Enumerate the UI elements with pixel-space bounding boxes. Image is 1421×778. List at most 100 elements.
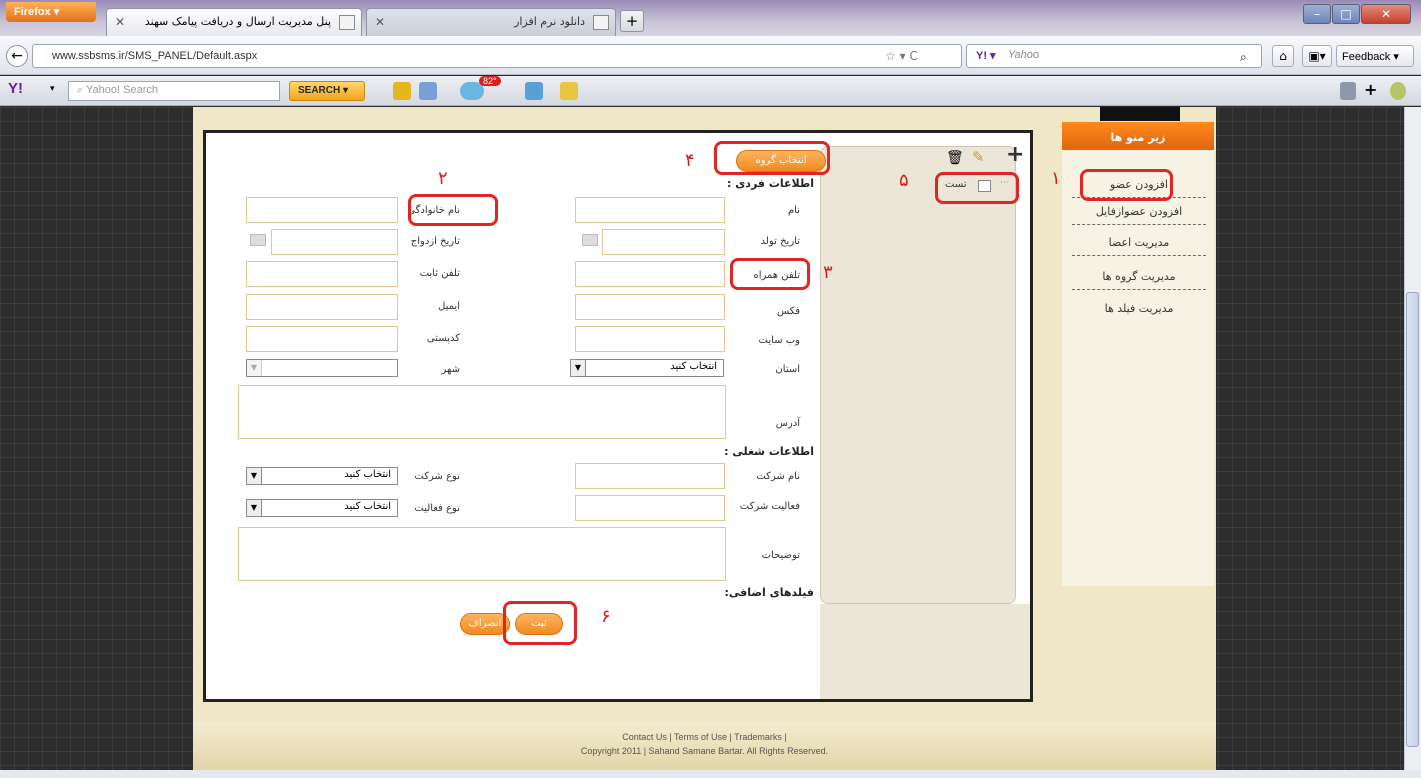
search-engine-placeholder: Yahoo bbox=[1008, 49, 1039, 61]
tab-download[interactable]: دانلود نرم افزار ✕ bbox=[366, 8, 616, 36]
chevron-down-icon[interactable]: ▾ bbox=[50, 84, 55, 94]
new-tab-button[interactable]: + bbox=[620, 10, 644, 32]
firefox-menu-label: Firefox bbox=[14, 6, 51, 18]
close-window-button[interactable]: ✕ bbox=[1361, 4, 1411, 24]
annotation-number-3: ۳ bbox=[823, 262, 833, 283]
marriage-date-input[interactable] bbox=[271, 229, 398, 255]
label-email: ایمیل bbox=[438, 301, 460, 312]
maximize-button[interactable]: □ bbox=[1332, 4, 1360, 24]
select-value: انتخاب کنید bbox=[344, 501, 391, 512]
weather-badge: 82° bbox=[479, 76, 501, 86]
postal-code-input[interactable] bbox=[246, 326, 398, 352]
annotation-number-1: ۱ bbox=[1051, 168, 1061, 189]
tree-panel-bottom bbox=[820, 604, 1030, 699]
section-job-info: اطلاعات شغلی : bbox=[724, 445, 814, 458]
addon-icon[interactable] bbox=[1390, 82, 1406, 100]
firefox-menu-button[interactable]: Firefox ▾ bbox=[6, 2, 96, 22]
fax-input[interactable] bbox=[575, 294, 725, 320]
label-company-type: نوع شرکت bbox=[414, 471, 460, 482]
footer-links[interactable]: Contact Us | Terms of Use | Trademarks | bbox=[193, 732, 1216, 742]
sidebar-item-manage-fields[interactable]: مدیریت فیلد ها bbox=[1072, 296, 1206, 322]
company-activity-input[interactable] bbox=[575, 495, 725, 521]
annotation-number-6: ۶ bbox=[601, 606, 611, 627]
close-icon[interactable]: ✕ bbox=[115, 15, 125, 29]
annotation-number-2: ۲ bbox=[438, 168, 448, 189]
tab-sms-panel[interactable]: پنل مدیریت ارسال و دریافت پیامک سهند ✕ bbox=[106, 8, 362, 36]
trash-icon[interactable]: 🗑 bbox=[946, 150, 964, 166]
pencil-icon[interactable]: ✎ bbox=[972, 148, 985, 166]
label-website: وب سایت bbox=[758, 335, 800, 346]
label-province: استان bbox=[775, 364, 800, 375]
yahoo-icon[interactable]: Y! ▾ bbox=[976, 49, 996, 62]
feedback-button[interactable]: Feedback ▾ bbox=[1336, 45, 1414, 67]
label-description: توضیحات bbox=[761, 550, 800, 561]
scrollbar-thumb[interactable] bbox=[1406, 292, 1419, 747]
minimize-button[interactable]: – bbox=[1303, 4, 1331, 24]
close-icon[interactable]: ✕ bbox=[375, 15, 385, 29]
feedback-label: Feedback bbox=[1342, 51, 1391, 63]
label-city: شهر bbox=[441, 364, 460, 375]
group-tree-panel bbox=[820, 146, 1016, 604]
site-logo bbox=[1100, 107, 1180, 121]
company-name-input[interactable] bbox=[575, 463, 725, 489]
label-address: آدرس bbox=[775, 418, 800, 429]
yahoo-search-input[interactable]: ⌕ Yahoo! Search bbox=[68, 81, 280, 101]
first-name-input[interactable] bbox=[575, 197, 725, 223]
mail-icon[interactable] bbox=[419, 82, 437, 100]
label-first-name: نام bbox=[787, 205, 800, 216]
search-icon[interactable]: ⌕ bbox=[1240, 50, 1247, 65]
annotation-number-4: ۴ bbox=[685, 150, 695, 171]
phone-input[interactable] bbox=[246, 261, 398, 287]
home-icon[interactable]: ⌂ bbox=[1272, 45, 1294, 67]
chevron-down-icon: ▼ bbox=[247, 360, 262, 376]
calendar-icon[interactable] bbox=[250, 234, 266, 246]
sidebar-item-manage-members[interactable]: مدیریت اعضا bbox=[1072, 230, 1206, 256]
section-personal-info: اطلاعات فردی : bbox=[726, 177, 814, 190]
page-icon bbox=[339, 15, 355, 30]
birth-date-input[interactable] bbox=[602, 229, 725, 255]
activity-type-select[interactable]: ▼ انتخاب کنید bbox=[246, 499, 398, 517]
bookmarks-icon[interactable]: ▣▾ bbox=[1302, 45, 1332, 67]
label-birth-date: تاریخ تولد bbox=[760, 236, 800, 247]
search-placeholder: Yahoo! Search bbox=[86, 84, 158, 96]
label-fax: فکس bbox=[776, 306, 800, 317]
ebay-icon[interactable] bbox=[560, 82, 578, 100]
menu-icon[interactable] bbox=[1340, 82, 1356, 100]
annotation-ring-3 bbox=[730, 258, 810, 290]
horizontal-scrollbar[interactable] bbox=[0, 770, 1421, 778]
company-type-select[interactable]: ▼ انتخاب کنید bbox=[246, 467, 398, 485]
news-icon[interactable] bbox=[525, 82, 543, 100]
annotation-ring-1 bbox=[1080, 169, 1173, 201]
add-icon[interactable]: + bbox=[1364, 80, 1377, 99]
address-textarea[interactable] bbox=[238, 385, 726, 439]
back-button[interactable]: ← bbox=[6, 45, 28, 67]
label-postal-code: کدپستی bbox=[426, 333, 460, 344]
description-textarea[interactable] bbox=[238, 527, 726, 581]
sidebar-header: زیر منو ها bbox=[1062, 122, 1214, 150]
annotation-ring-2 bbox=[408, 194, 498, 226]
sidebar-item-manage-groups[interactable]: مدیریت گروه ها bbox=[1072, 264, 1206, 290]
annotation-ring-5 bbox=[935, 172, 1019, 204]
chevron-down-icon: ▼ bbox=[247, 500, 262, 516]
province-select[interactable]: ▼ انتخاب کنید bbox=[570, 359, 724, 377]
add-group-icon[interactable]: + bbox=[1006, 142, 1024, 167]
calendar-icon[interactable] bbox=[582, 234, 598, 246]
annotation-ring-6 bbox=[503, 601, 577, 645]
yahoo-search-button[interactable]: SEARCH ▾ bbox=[289, 81, 365, 101]
bookmark-star-icon[interactable]: ☆ ▾ C bbox=[885, 49, 918, 63]
email-input[interactable] bbox=[246, 294, 398, 320]
city-select[interactable]: ▼ bbox=[246, 359, 398, 377]
sidebar-item-add-from-file[interactable]: افزودن عضوازفایل bbox=[1072, 199, 1206, 225]
smiley-icon[interactable] bbox=[393, 82, 411, 100]
chevron-down-icon: ▼ bbox=[571, 360, 586, 376]
label-company-name: نام شرکت bbox=[756, 471, 800, 482]
mobile-input[interactable] bbox=[575, 261, 725, 287]
label-activity-type: نوع فعالیت bbox=[414, 503, 460, 514]
yahoo-logo[interactable]: Y! bbox=[8, 80, 23, 97]
footer-copyright: Copyright 2011 | Sahand Samane Bartar. A… bbox=[580, 746, 829, 756]
last-name-input[interactable] bbox=[246, 197, 398, 223]
label-company-activity: فعالیت شرکت bbox=[739, 501, 800, 512]
label-phone: تلفن ثابت bbox=[419, 268, 460, 279]
select-value: انتخاب کنید bbox=[344, 469, 391, 480]
website-input[interactable] bbox=[575, 326, 725, 352]
